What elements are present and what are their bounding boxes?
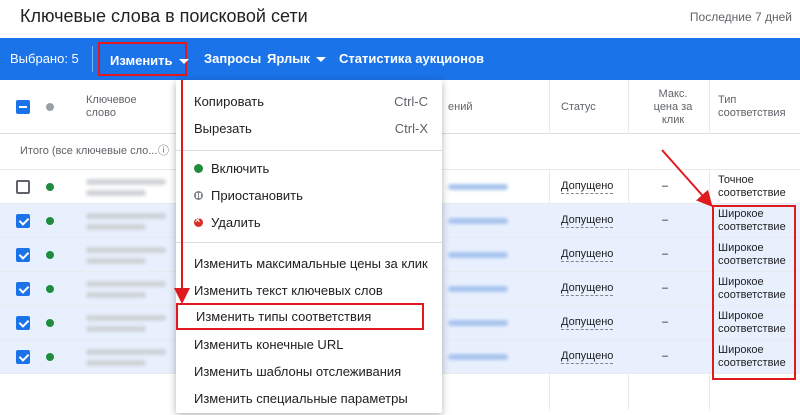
enable-icon (194, 164, 203, 173)
requests-redacted (448, 184, 508, 190)
delete-icon (194, 215, 203, 227)
status-cell[interactable]: Допущено (561, 340, 614, 373)
requests-redacted (448, 286, 508, 292)
selection-toolbar: Выбрано: 5 Изменить Запросы Ярлык Статис… (0, 38, 800, 80)
menu-item-change-final-urls[interactable]: Изменить конечные URL (176, 331, 442, 358)
menu-item-change-match-types[interactable]: Изменить типы соответствия (176, 303, 424, 330)
pause-icon (194, 191, 203, 200)
help-icon[interactable]: ⓘ (158, 134, 169, 169)
menu-item-pause[interactable]: Приостановить (176, 182, 442, 209)
menu-divider (176, 242, 442, 243)
status-dot-header-icon (46, 103, 54, 111)
enabled-dot-icon (46, 183, 54, 191)
column-requests[interactable]: ений (448, 80, 472, 134)
keyword-redacted (86, 258, 146, 264)
menu-item-change-keyword-text[interactable]: Изменить текст ключевых слов (176, 277, 442, 304)
requests-redacted (448, 354, 508, 360)
max-cpc-cell: – (662, 282, 669, 294)
enabled-dot-icon (46, 319, 54, 327)
cut-shortcut: Ctrl-X (394, 121, 428, 136)
edit-dropdown-menu: Копировать Ctrl-C Вырезать Ctrl-X Включить… (176, 80, 442, 413)
column-keyword[interactable]: Ключевое слово (86, 80, 166, 134)
row-checkbox[interactable] (16, 214, 30, 228)
row-checkbox[interactable] (16, 180, 30, 194)
row-checkbox[interactable] (16, 316, 30, 330)
auction-stats-button[interactable]: Статистика аукционов (339, 38, 484, 80)
keyword-redacted (86, 349, 166, 355)
enabled-dot-icon (46, 251, 54, 259)
keyword-redacted (86, 224, 146, 230)
match-type-cell: Точное соответствие (718, 173, 786, 199)
requests-redacted (448, 252, 508, 258)
column-max-cpc[interactable]: Макс. цена за клик (645, 80, 701, 134)
menu-item-cut[interactable]: Вырезать Ctrl-X (176, 115, 442, 142)
status-cell[interactable]: Допущено (561, 238, 614, 271)
max-cpc-cell: – (662, 316, 669, 328)
label-button-label: Ярлык (267, 51, 310, 66)
column-status[interactable]: Статус (561, 80, 596, 134)
edit-button-label: Изменить (110, 53, 173, 68)
menu-item-copy[interactable]: Копировать Ctrl-C (176, 88, 442, 115)
status-cell[interactable]: Допущено (561, 170, 614, 203)
copy-shortcut: Ctrl-C (394, 94, 428, 109)
enabled-dot-icon (46, 285, 54, 293)
status-cell[interactable]: Допущено (561, 272, 614, 305)
keyword-redacted (86, 281, 166, 287)
keyword-redacted (86, 247, 166, 253)
select-all-checkbox[interactable] (16, 100, 30, 114)
menu-divider (176, 150, 442, 151)
keyword-redacted (86, 213, 166, 219)
date-range-selector[interactable]: Последние 7 дней (690, 10, 792, 24)
row-checkbox[interactable] (16, 282, 30, 296)
requests-redacted (448, 218, 508, 224)
match-type-highlight-box (712, 205, 796, 380)
status-cell[interactable]: Допущено (561, 306, 614, 339)
menu-item-enable[interactable]: Включить (176, 155, 442, 182)
total-label: Итого (все ключевые сло... (20, 145, 158, 157)
column-match-type[interactable]: Тип соответствия (718, 80, 794, 134)
caret-down-icon (315, 57, 326, 63)
keyword-redacted (86, 315, 166, 321)
menu-item-delete[interactable]: Удалить (176, 209, 442, 236)
label-button[interactable]: Ярлык (267, 38, 326, 80)
enabled-dot-icon (46, 217, 54, 225)
max-cpc-cell: – (662, 350, 669, 362)
keyword-redacted (86, 190, 146, 196)
selected-count: Выбрано: 5 (10, 51, 79, 66)
edit-button[interactable]: Изменить (98, 42, 189, 76)
row-checkbox[interactable] (16, 248, 30, 262)
requests-redacted (448, 320, 508, 326)
menu-item-change-max-cpc[interactable]: Изменить максимальные цены за клик (176, 250, 442, 277)
enabled-dot-icon (46, 353, 54, 361)
keyword-redacted (86, 179, 166, 185)
status-cell[interactable]: Допущено (561, 204, 614, 237)
keyword-redacted (86, 360, 146, 366)
menu-item-change-custom-parameters[interactable]: Изменить специальные параметры (176, 385, 442, 412)
max-cpc-cell: – (662, 180, 669, 192)
requests-button[interactable]: Запросы (204, 38, 261, 80)
caret-down-icon (178, 59, 189, 65)
keyword-redacted (86, 326, 146, 332)
row-checkbox[interactable] (16, 350, 30, 364)
keyword-redacted (86, 292, 146, 298)
menu-item-change-tracking-templates[interactable]: Изменить шаблоны отслеживания (176, 358, 442, 385)
page-title: Ключевые слова в поисковой сети (20, 6, 308, 26)
max-cpc-cell: – (662, 214, 669, 226)
max-cpc-cell: – (662, 248, 669, 260)
toolbar-divider (92, 46, 93, 72)
